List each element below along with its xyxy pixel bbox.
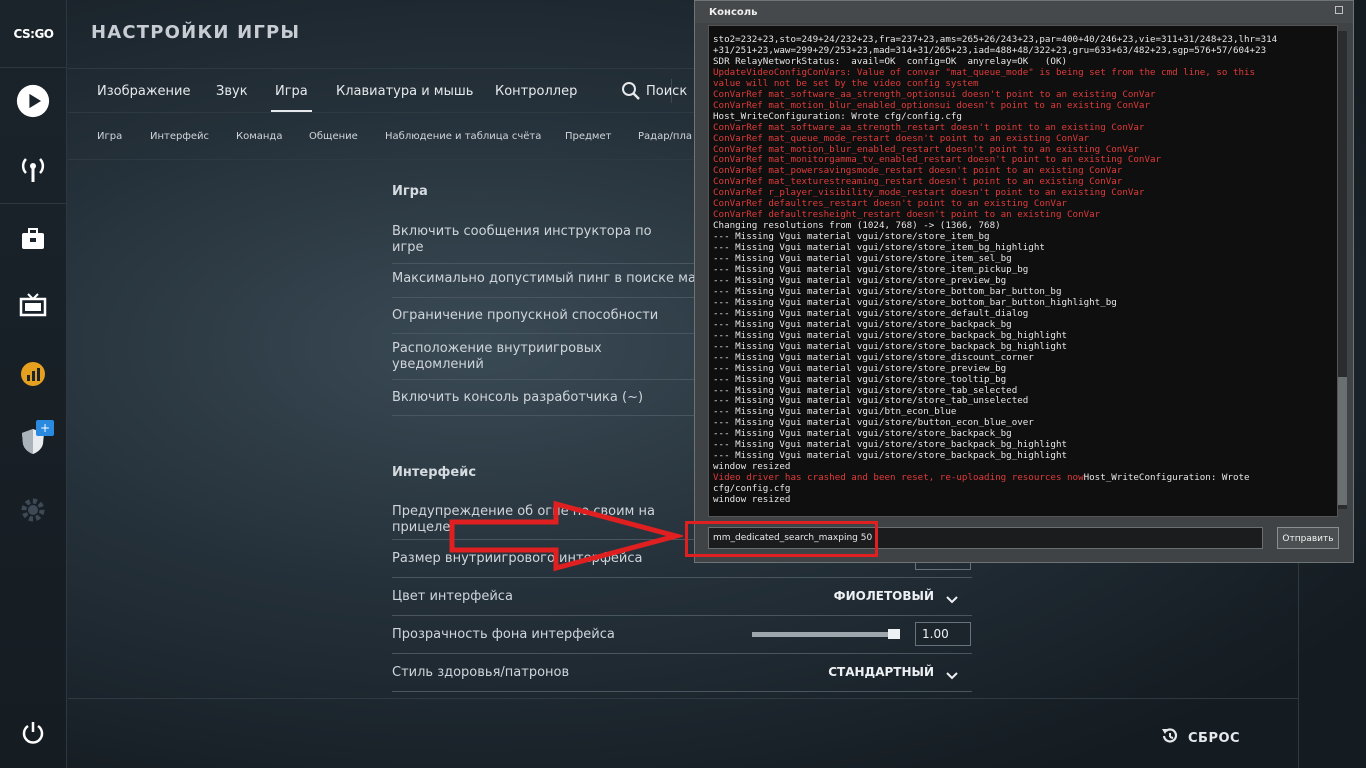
subtab-game[interactable]: Игра <box>97 131 122 142</box>
tab-controller[interactable]: Контроллер <box>495 84 577 99</box>
search-icon[interactable] <box>621 81 641 105</box>
subtab-spectating[interactable]: Наблюдение и таблица счёта <box>385 131 541 142</box>
section-title-game: Игра <box>392 184 428 199</box>
slider-handle[interactable] <box>888 629 900 639</box>
setting-label: Расположение внутриигровых уведомлений <box>392 341 602 372</box>
inventory-icon[interactable] <box>16 222 50 256</box>
setting-label: Цвет интерфейса <box>392 589 513 604</box>
tab-game[interactable]: Игра <box>271 84 312 112</box>
badge: + <box>36 420 54 436</box>
dropdown-value[interactable]: ФИОЛЕТОВЫЙ <box>834 589 934 603</box>
tab-image[interactable]: Изображение <box>97 84 190 99</box>
setting-row[interactable]: Прозрачность фона интерфейса 1.00 <box>392 616 972 654</box>
console-line: cfg/config.cfg <box>713 483 791 495</box>
opacity-value-input[interactable]: 1.00 <box>915 622 971 646</box>
watch-tv-icon[interactable] <box>16 289 50 323</box>
setting-label: Включить консоль разработчика (~) <box>392 390 644 405</box>
console-log: sto2=232+23,sto=249+24/232+23,fra=237+23… <box>708 25 1338 517</box>
console-title: Консоль <box>695 1 1353 23</box>
gear-icon[interactable] <box>16 493 50 527</box>
close-icon[interactable] <box>1335 6 1343 14</box>
red-highlight-box <box>685 521 878 557</box>
scrollbar-thumb[interactable] <box>1338 377 1347 505</box>
subtab-communication[interactable]: Общение <box>309 131 358 142</box>
console-line: --- Missing Vgui material vgui/store/sto… <box>713 340 1068 352</box>
tab-keyboard-mouse[interactable]: Клавиатура и мышь <box>336 84 473 99</box>
setting-label: Максимально допустимый пинг в поиске ма <box>392 271 696 286</box>
dropdown-value[interactable]: СТАНДАРТНЫЙ <box>828 665 934 679</box>
subtab-radar[interactable]: Радар/пла <box>638 131 692 142</box>
console-line: ConVarRef mat_queue_mode_restart doesn't… <box>713 132 1090 144</box>
subtab-team[interactable]: Команда <box>236 131 282 142</box>
section-title-interface: Интерфейс <box>392 465 477 480</box>
console-line: --- Missing Vgui material vgui/store/sto… <box>713 362 1007 374</box>
console-line: Host_WriteConfiguration: Wrote cfg/confi… <box>713 110 962 122</box>
setting-label: Ограничение пропускной способности <box>392 308 659 323</box>
console-line: Video driver has crashed and been reset,… <box>713 472 1250 484</box>
setting-label: Включить сообщения инструктора по игре <box>392 224 652 255</box>
console-line: ConVarRef mat_software_aa_strength_resta… <box>713 121 1145 133</box>
search-button[interactable]: Поиск <box>646 84 687 99</box>
power-icon[interactable] <box>16 716 50 750</box>
console-line: --- Missing Vgui material vgui/store/sto… <box>713 373 1007 385</box>
console-line: --- Missing Vgui material vgui/store/sto… <box>713 450 1068 462</box>
reset-icon <box>1160 726 1180 750</box>
setting-row[interactable]: Цвет интерфейса ФИОЛЕТОВЫЙ <box>392 578 972 616</box>
play-icon[interactable] <box>16 84 50 118</box>
reset-label: СБРОС <box>1188 730 1241 746</box>
chevron-down-icon[interactable] <box>946 666 958 685</box>
sidebar: CS:GO + <box>0 0 67 768</box>
console-window[interactable]: Консоль sto2=232+23,sto=249+24/232+23,fr… <box>694 0 1354 563</box>
setting-row[interactable]: Стиль здоровья/патронов СТАНДАРТНЫЙ <box>392 654 972 692</box>
setting-label: Прозрачность фона интерфейса <box>392 627 615 642</box>
subtab-interface[interactable]: Интерфейс <box>150 131 209 142</box>
setting-label: Стиль здоровья/патронов <box>392 665 570 680</box>
opacity-slider[interactable] <box>752 632 900 637</box>
broadcast-icon[interactable] <box>16 152 50 186</box>
console-line: window resized <box>713 494 791 506</box>
stats-icon[interactable] <box>16 357 50 391</box>
chevron-down-icon[interactable] <box>946 590 958 609</box>
logo-text: CS:GO <box>13 26 54 41</box>
console-line: --- Missing Vgui material vgui/store/sto… <box>713 351 1034 363</box>
subtab-item[interactable]: Предмет <box>565 131 611 142</box>
tab-sound[interactable]: Звук <box>216 84 248 99</box>
red-arrow-annotation <box>449 500 683 572</box>
page-title: НАСТРОЙКИ ИГРЫ <box>91 22 301 43</box>
reset-button[interactable]: СБРОС <box>1160 726 1240 750</box>
send-button[interactable]: Отправить <box>1277 527 1339 549</box>
csgo-logo[interactable]: CS:GO <box>0 0 67 68</box>
